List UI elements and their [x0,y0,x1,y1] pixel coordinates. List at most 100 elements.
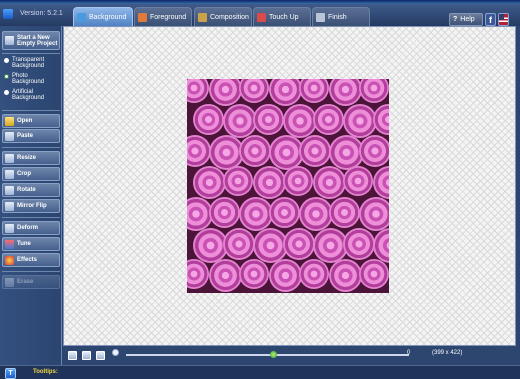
rose-texture [329,259,362,292]
rose-texture [373,104,389,135]
finish-icon [316,12,325,22]
rose-texture [239,135,271,167]
new-project-icon [5,36,14,45]
divider [2,53,60,54]
radio-photo-label-line2: Background [12,79,45,85]
fit-view-icon[interactable] [68,351,77,360]
tab-touch-up[interactable]: Touch Up [253,7,311,26]
zoom-slider[interactable] [126,351,409,358]
rose-texture [283,166,313,196]
tune-button[interactable]: Tune [2,237,60,251]
clipboard-icon [5,131,14,141]
crop-button[interactable]: Crop [2,167,60,181]
mirror-flip-label: Mirror Flip [17,203,47,209]
rotate-icon [5,185,14,195]
rose-texture [299,135,331,167]
actual-size-icon[interactable] [96,351,105,360]
top-toolbar: Version: 5.2.1 Background Foreground Com… [0,4,520,26]
language-flag-button[interactable] [498,13,509,26]
zoom-bar: 0 (399 x 422) [63,346,520,365]
tab-composition[interactable]: Composition [194,7,252,26]
new-project-button[interactable]: Start a New Empty Project [2,31,60,50]
rose-texture [187,79,209,103]
grid-view-icon[interactable] [82,351,91,360]
divider [2,110,60,111]
image-canvas[interactable] [63,26,516,346]
deform-button[interactable]: Deform [2,221,60,235]
rose-texture [253,104,284,135]
rose-texture [373,166,389,199]
deform-label: Deform [17,225,39,231]
tab-foreground-label: Foreground [150,13,187,21]
tab-finish-label: Finish [328,13,347,21]
right-edge [516,26,520,346]
rose-texture [239,259,269,289]
rose-texture [269,259,302,292]
mirror-flip-button[interactable]: Mirror Flip [2,199,60,213]
question-mark-icon: ? [453,16,458,23]
touch-up-icon [257,12,266,22]
rose-texture [269,197,300,228]
rose-texture [209,197,240,228]
rose-texture [343,104,377,138]
erase-label: Erase [17,279,34,285]
deform-icon [5,223,14,233]
rose-texture [269,79,302,106]
tooltip-toggle-icon[interactable]: T [5,368,16,379]
facebook-button[interactable]: f [485,13,496,26]
rose-texture [299,79,329,103]
erase-button[interactable]: Erase [2,275,60,289]
rose-texture [359,135,389,167]
rose-texture [343,228,375,260]
rose-texture [299,197,333,231]
effects-button[interactable]: Effects [2,253,60,267]
rose-texture [343,166,373,196]
new-project-label-line2: Empty Project [17,40,58,47]
sidebar: Start a New Empty Project Transparent Ba… [0,26,62,365]
rotate-label: Rotate [17,187,36,193]
paste-button[interactable]: Paste [2,129,60,143]
rose-texture [193,166,226,199]
tab-finish[interactable]: Finish [312,7,370,26]
radio-photo-background[interactable]: Photo Background [4,73,60,85]
paste-label: Paste [17,133,34,139]
rose-photo[interactable] [187,79,389,293]
rose-texture [329,79,362,106]
resize-arrows-icon [5,153,14,163]
eraser-icon [5,277,14,287]
open-button[interactable]: Open [2,114,60,128]
rose-texture [253,166,286,199]
zoom-value: 0 [407,350,411,356]
rose-texture [329,197,360,228]
radio-transparent-background[interactable]: Transparent Background [4,57,60,69]
rose-texture [187,135,211,167]
rose-texture [359,259,389,289]
app-logo-icon [3,9,13,19]
background-icon [77,12,86,22]
resize-button[interactable]: Resize [2,151,60,165]
rose-texture [283,104,317,138]
radio-transparent-label-line2: Background [12,63,45,69]
tab-background[interactable]: Background [73,7,133,26]
help-label: Help [460,16,475,23]
radio-artificial-background[interactable]: Artificial Background [4,89,60,101]
tab-composition-label: Composition [210,13,249,21]
rose-texture [223,166,253,196]
help-button[interactable]: ? Help [449,13,483,26]
effects-label: Effects [17,257,38,263]
rose-texture [283,228,315,260]
foreground-icon [138,12,147,22]
rose-texture [373,228,389,263]
rose-texture [313,166,346,199]
open-label: Open [17,118,33,124]
zoom-slider-handle[interactable] [270,351,278,358]
rose-texture [299,259,329,289]
tab-background-label: Background [89,13,127,21]
image-size-readout: (399 x 422) [432,350,463,356]
tune-label: Tune [17,241,31,247]
version-label: Version: 5.2.1 [20,10,63,17]
rotate-button[interactable]: Rotate [2,183,60,197]
zoom-reset-knob[interactable] [112,349,119,356]
tab-foreground[interactable]: Foreground [134,7,192,26]
rose-texture [359,79,389,103]
